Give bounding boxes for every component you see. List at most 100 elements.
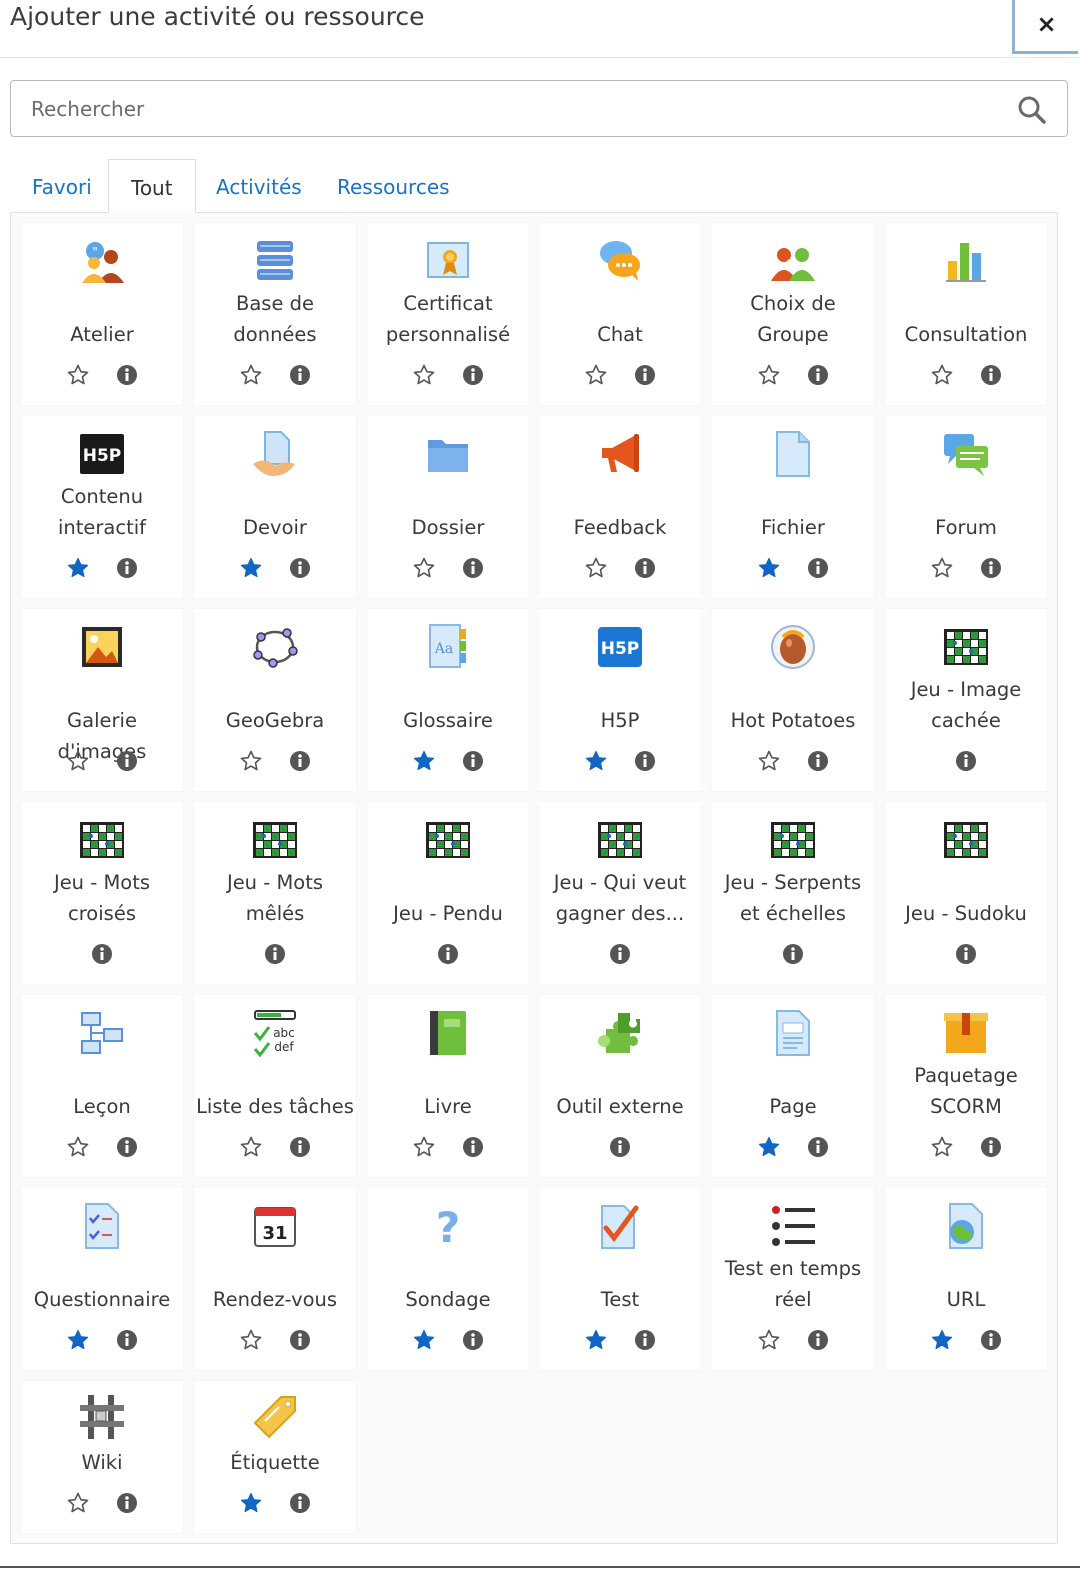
info-icon[interactable] xyxy=(461,1135,485,1159)
module-card-page[interactable]: Page xyxy=(712,995,874,1177)
module-card-certificat-personnalisé[interactable]: Certificat personnalisé xyxy=(367,223,529,405)
star-outline-icon[interactable] xyxy=(239,363,263,387)
module-card-liste-des-tâches[interactable]: abc def Liste des tâches xyxy=(194,995,356,1177)
module-card-dossier[interactable]: Dossier xyxy=(367,416,529,598)
module-card-glossaire[interactable]: Aa Glossaire xyxy=(367,609,529,791)
module-card-sondage[interactable]: ? Sondage xyxy=(367,1188,529,1370)
star-outline-icon[interactable] xyxy=(930,1135,954,1159)
module-card-atelier[interactable]: " Atelier xyxy=(21,223,183,405)
star-filled-icon[interactable] xyxy=(412,1328,436,1352)
module-card-choix-de-groupe[interactable]: Choix de Groupe xyxy=(712,223,874,405)
close-button[interactable]: × xyxy=(1012,0,1078,54)
search-input[interactable] xyxy=(31,91,991,127)
star-filled-icon[interactable] xyxy=(66,1328,90,1352)
module-card-consultation[interactable]: Consultation xyxy=(885,223,1047,405)
star-outline-icon[interactable] xyxy=(930,363,954,387)
info-icon[interactable] xyxy=(115,1328,139,1352)
info-icon[interactable] xyxy=(461,363,485,387)
star-filled-icon[interactable] xyxy=(412,749,436,773)
star-outline-icon[interactable] xyxy=(412,363,436,387)
info-icon[interactable] xyxy=(608,942,632,966)
info-icon[interactable] xyxy=(633,363,657,387)
info-icon[interactable] xyxy=(806,749,830,773)
info-icon[interactable] xyxy=(461,749,485,773)
search-icon[interactable] xyxy=(1017,95,1047,125)
info-icon[interactable] xyxy=(806,1328,830,1352)
module-card-test-en-temps-réel[interactable]: Test en temps réel xyxy=(712,1188,874,1370)
info-icon[interactable] xyxy=(288,1491,312,1515)
info-icon[interactable] xyxy=(608,1135,632,1159)
module-card-questionnaire[interactable]: Questionnaire xyxy=(21,1188,183,1370)
star-outline-icon[interactable] xyxy=(584,556,608,580)
info-icon[interactable] xyxy=(806,1135,830,1159)
star-filled-icon[interactable] xyxy=(239,1491,263,1515)
module-card-rendez-vous[interactable]: 31 Rendez-vous xyxy=(194,1188,356,1370)
info-icon[interactable] xyxy=(633,1328,657,1352)
tab-activites[interactable]: Activités xyxy=(194,159,324,213)
info-icon[interactable] xyxy=(954,942,978,966)
star-outline-icon[interactable] xyxy=(584,363,608,387)
module-card-url[interactable]: URL xyxy=(885,1188,1047,1370)
star-outline-icon[interactable] xyxy=(239,1328,263,1352)
module-card-jeu-image-cachée[interactable]: Jeu - Image cachée xyxy=(885,609,1047,791)
module-card-jeu-pendu[interactable]: Jeu - Pendu xyxy=(367,802,529,984)
module-card-étiquette[interactable]: Étiquette xyxy=(194,1381,356,1533)
tab-ressources[interactable]: Ressources xyxy=(315,159,472,213)
info-icon[interactable] xyxy=(115,1491,139,1515)
info-icon[interactable] xyxy=(979,1328,1003,1352)
star-outline-icon[interactable] xyxy=(757,1328,781,1352)
module-card-feedback[interactable]: Feedback xyxy=(539,416,701,598)
info-icon[interactable] xyxy=(288,1328,312,1352)
star-outline-icon[interactable] xyxy=(412,1135,436,1159)
star-outline-icon[interactable] xyxy=(930,556,954,580)
module-card-jeu-serpents-et-échelles[interactable]: Jeu - Serpents et échelles xyxy=(712,802,874,984)
star-filled-icon[interactable] xyxy=(239,556,263,580)
module-card-paquetage-scorm[interactable]: Paquetage SCORM xyxy=(885,995,1047,1177)
module-card-base-de-données[interactable]: Base de données xyxy=(194,223,356,405)
info-icon[interactable] xyxy=(115,749,139,773)
info-icon[interactable] xyxy=(633,749,657,773)
star-filled-icon[interactable] xyxy=(930,1328,954,1352)
tab-favori[interactable]: Favori xyxy=(10,159,114,213)
info-icon[interactable] xyxy=(288,363,312,387)
info-icon[interactable] xyxy=(288,556,312,580)
star-outline-icon[interactable] xyxy=(757,749,781,773)
star-outline-icon[interactable] xyxy=(66,1491,90,1515)
info-icon[interactable] xyxy=(979,363,1003,387)
star-outline-icon[interactable] xyxy=(66,1135,90,1159)
info-icon[interactable] xyxy=(806,556,830,580)
star-filled-icon[interactable] xyxy=(757,556,781,580)
star-outline-icon[interactable] xyxy=(239,749,263,773)
module-card-livre[interactable]: Livre xyxy=(367,995,529,1177)
info-icon[interactable] xyxy=(806,363,830,387)
star-filled-icon[interactable] xyxy=(584,749,608,773)
star-outline-icon[interactable] xyxy=(66,363,90,387)
star-outline-icon[interactable] xyxy=(239,1135,263,1159)
info-icon[interactable] xyxy=(954,749,978,773)
module-card-geogebra[interactable]: GeoGebra xyxy=(194,609,356,791)
module-card-test[interactable]: Test xyxy=(539,1188,701,1370)
info-icon[interactable] xyxy=(288,749,312,773)
module-card-fichier[interactable]: Fichier xyxy=(712,416,874,598)
module-card-galerie-d-images[interactable]: Galerie d'images xyxy=(21,609,183,791)
info-icon[interactable] xyxy=(90,942,114,966)
module-card-hot-potatoes[interactable]: Hot Potatoes xyxy=(712,609,874,791)
module-card-jeu-mots-mêlés[interactable]: Jeu - Mots mêlés xyxy=(194,802,356,984)
info-icon[interactable] xyxy=(461,556,485,580)
module-card-contenu-interactif[interactable]: H5P Contenu interactif xyxy=(21,416,183,598)
module-card-jeu-mots-croisés[interactable]: Jeu - Mots croisés xyxy=(21,802,183,984)
star-filled-icon[interactable] xyxy=(66,556,90,580)
info-icon[interactable] xyxy=(781,942,805,966)
module-card-leçon[interactable]: Leçon xyxy=(21,995,183,1177)
module-card-jeu-sudoku[interactable]: Jeu - Sudoku xyxy=(885,802,1047,984)
info-icon[interactable] xyxy=(288,1135,312,1159)
info-icon[interactable] xyxy=(263,942,287,966)
module-card-outil-externe[interactable]: Outil externe xyxy=(539,995,701,1177)
info-icon[interactable] xyxy=(115,1135,139,1159)
star-outline-icon[interactable] xyxy=(66,749,90,773)
star-outline-icon[interactable] xyxy=(412,556,436,580)
module-card-devoir[interactable]: Devoir xyxy=(194,416,356,598)
star-filled-icon[interactable] xyxy=(757,1135,781,1159)
module-card-wiki[interactable]: Wiki xyxy=(21,1381,183,1533)
info-icon[interactable] xyxy=(436,942,460,966)
